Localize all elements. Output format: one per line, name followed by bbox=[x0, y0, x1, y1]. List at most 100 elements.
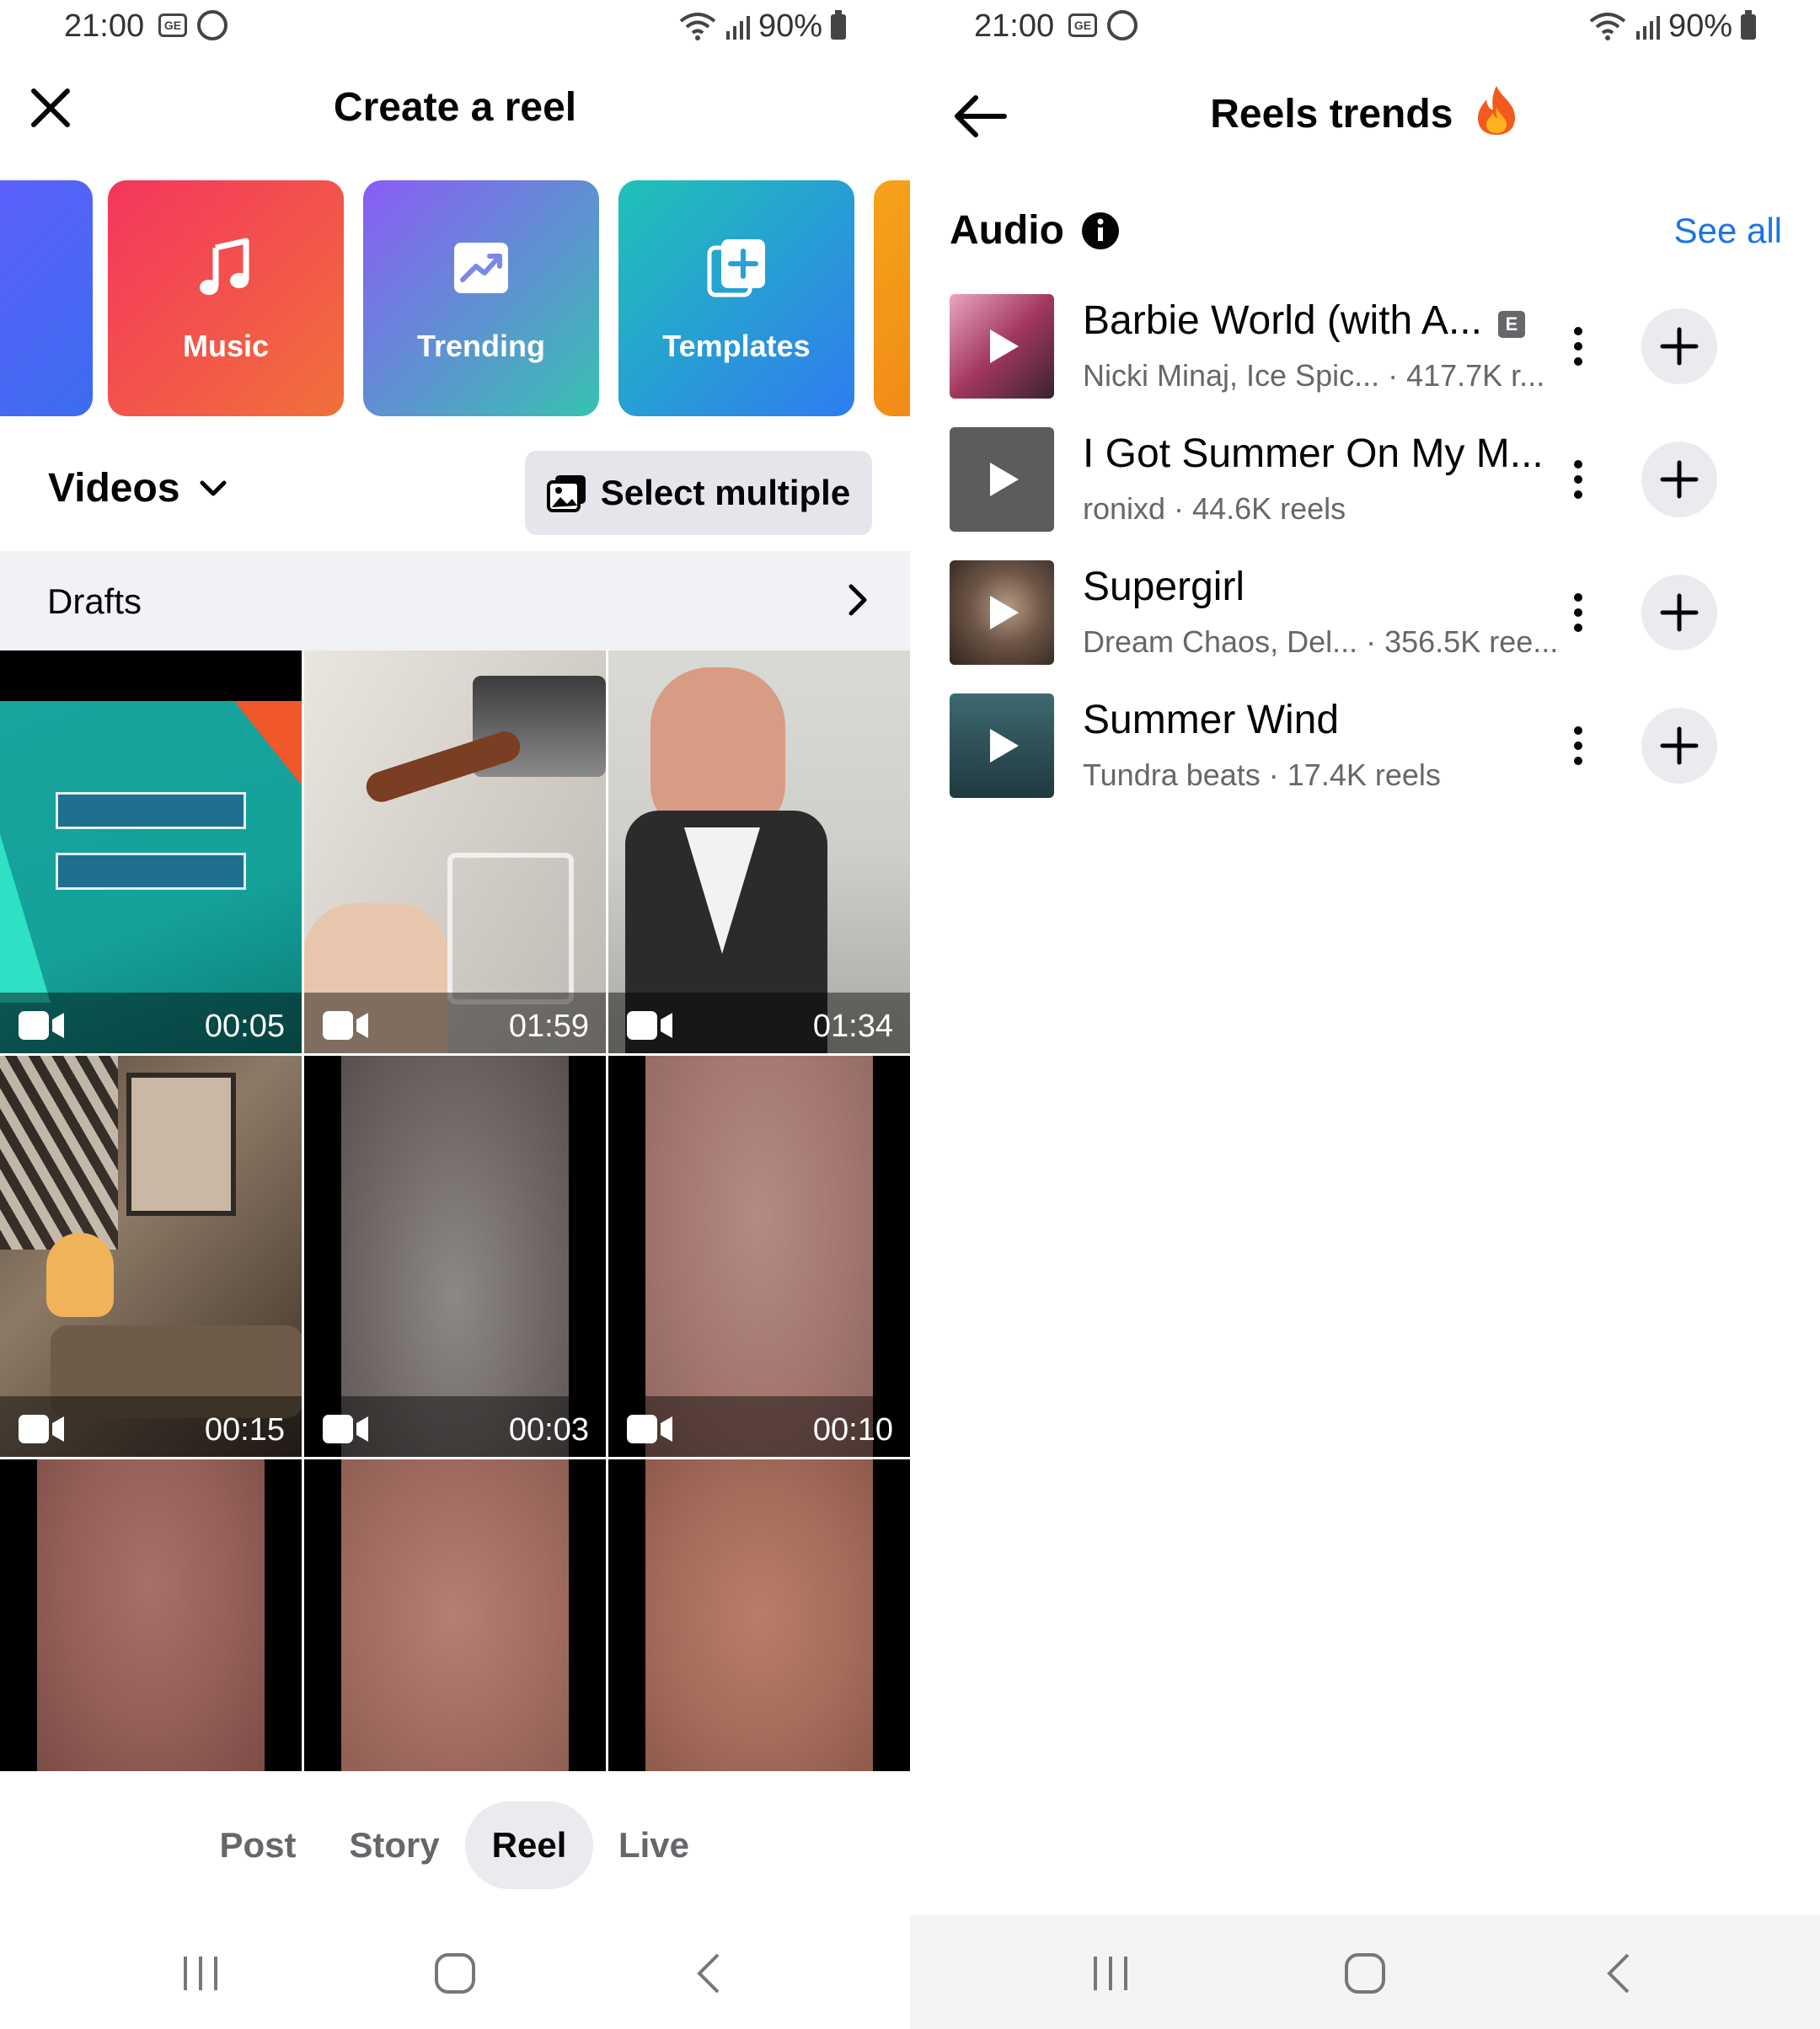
recent-apps-icon[interactable] bbox=[1085, 1948, 1136, 1999]
video-tile[interactable]: 00:10 bbox=[608, 1056, 910, 1457]
track-title: I Got Summer On My M... bbox=[1083, 431, 1544, 476]
status-time: 21:00 bbox=[974, 8, 1055, 44]
battery-icon bbox=[1741, 9, 1756, 40]
gallery-notification-icon: GE bbox=[1068, 13, 1097, 37]
tab-post[interactable]: Post bbox=[199, 1801, 317, 1889]
play-icon[interactable] bbox=[982, 459, 1022, 500]
info-icon[interactable] bbox=[1081, 211, 1120, 250]
play-icon[interactable] bbox=[982, 326, 1022, 367]
video-tile[interactable]: 00:05 bbox=[0, 650, 302, 1053]
video-duration: 00:05 bbox=[204, 1009, 285, 1044]
play-icon[interactable] bbox=[982, 592, 1022, 633]
battery-icon bbox=[831, 9, 846, 40]
video-camera-icon bbox=[627, 1011, 672, 1040]
signal-icon bbox=[1635, 15, 1660, 40]
tab-reel[interactable]: Reel bbox=[465, 1801, 593, 1889]
video-tile[interactable]: 00:15 bbox=[0, 1056, 302, 1457]
tab-live[interactable]: Live bbox=[603, 1801, 704, 1889]
app-notification-icon bbox=[197, 10, 228, 40]
audio-label: Audio bbox=[950, 208, 1064, 253]
templates-plus-icon bbox=[707, 239, 765, 297]
reels-trends-screen: 21:00 GE 90% Reels trends Audio See all … bbox=[910, 0, 1820, 2029]
video-tile[interactable]: 01:34 bbox=[608, 650, 910, 1053]
templates-card[interactable]: Templates bbox=[618, 180, 854, 416]
track-title: Summer Wind bbox=[1083, 698, 1340, 742]
music-card-label: Music bbox=[182, 329, 270, 363]
video-thumbnail bbox=[645, 1459, 873, 1771]
album-art bbox=[950, 693, 1054, 798]
chevron-down-icon bbox=[200, 480, 227, 495]
plus-icon bbox=[1660, 593, 1699, 632]
audio-section-header: Audio bbox=[950, 207, 1120, 254]
add-audio-button[interactable] bbox=[1641, 308, 1717, 384]
explicit-badge: E bbox=[1498, 311, 1525, 338]
video-tile[interactable] bbox=[304, 1459, 606, 1771]
status-bar: 21:00 GE 90% bbox=[0, 0, 910, 54]
reel-category-cards: ra Music Trending Te bbox=[0, 180, 910, 416]
more-card[interactable] bbox=[874, 180, 910, 416]
add-audio-button[interactable] bbox=[1641, 708, 1717, 784]
more-options-icon[interactable] bbox=[1561, 724, 1595, 768]
more-options-icon[interactable] bbox=[1561, 324, 1595, 368]
wifi-icon bbox=[679, 12, 716, 40]
track-subtitle: Tundra beats · 17.4K reels bbox=[1083, 758, 1441, 792]
home-icon[interactable] bbox=[1340, 1948, 1390, 1999]
track-title: Barbie World (with A... bbox=[1083, 298, 1482, 343]
add-audio-button[interactable] bbox=[1641, 575, 1717, 650]
video-duration: 01:34 bbox=[812, 1009, 893, 1044]
album-art bbox=[950, 427, 1054, 532]
track-subtitle: ronixd · 44.6K reels bbox=[1083, 491, 1346, 526]
tab-story[interactable]: Story bbox=[335, 1801, 453, 1889]
video-tile[interactable]: 01:59 bbox=[304, 650, 606, 1053]
recent-apps-icon[interactable] bbox=[175, 1948, 226, 1999]
add-audio-button[interactable] bbox=[1641, 442, 1717, 517]
home-icon[interactable] bbox=[430, 1948, 480, 1999]
video-duration: 00:15 bbox=[204, 1412, 285, 1448]
track-subtitle: Dream Chaos, Del... · 356.5K ree... bbox=[1083, 624, 1559, 659]
trending-card-label: Trending bbox=[417, 329, 545, 363]
video-tile[interactable] bbox=[0, 1459, 302, 1771]
video-tile[interactable] bbox=[608, 1459, 910, 1771]
see-all-link[interactable]: See all bbox=[1674, 211, 1782, 251]
music-note-icon bbox=[200, 238, 249, 295]
drafts-row[interactable]: Drafts bbox=[0, 551, 910, 650]
battery-percent: 90% bbox=[757, 8, 822, 44]
video-camera-icon bbox=[19, 1415, 64, 1443]
templates-card-label: Templates bbox=[662, 329, 811, 363]
album-art bbox=[950, 560, 1054, 665]
track-subtitle: Nicki Minaj, Ice Spic... · 417.7K r... bbox=[1083, 358, 1545, 393]
trending-card[interactable]: Trending bbox=[363, 180, 599, 416]
track-title: Supergirl bbox=[1083, 565, 1245, 609]
music-card[interactable]: Music bbox=[108, 180, 344, 416]
back-nav-icon[interactable] bbox=[684, 1948, 735, 1999]
app-notification-icon bbox=[1107, 10, 1138, 40]
create-reel-screen: 21:00 GE 90% Create a reel ra Music bbox=[0, 0, 910, 2029]
camera-card[interactable]: ra bbox=[0, 180, 93, 416]
trending-chart-icon bbox=[454, 243, 508, 293]
audio-track-row[interactable]: Summer Wind Tundra beats · 17.4K reels bbox=[950, 693, 1792, 798]
select-multiple-button[interactable]: Select multiple bbox=[525, 451, 872, 535]
play-icon[interactable] bbox=[982, 725, 1022, 766]
more-options-icon[interactable] bbox=[1561, 591, 1595, 634]
audio-track-row[interactable]: Supergirl Dream Chaos, Del... · 356.5K r… bbox=[950, 560, 1792, 665]
wifi-icon bbox=[1589, 12, 1626, 40]
select-multiple-label: Select multiple bbox=[600, 473, 851, 512]
video-tile[interactable]: 00:03 bbox=[304, 1056, 606, 1457]
system-nav-bar bbox=[910, 1914, 1820, 2029]
drafts-label: Drafts bbox=[47, 581, 142, 621]
audio-track-row[interactable]: I Got Summer On My M... ronixd · 44.6K r… bbox=[950, 427, 1792, 532]
gallery-notification-icon: GE bbox=[158, 13, 187, 37]
video-duration: 00:10 bbox=[812, 1412, 893, 1448]
video-camera-icon bbox=[19, 1011, 64, 1040]
video-thumbnail bbox=[37, 1459, 265, 1771]
more-options-icon[interactable] bbox=[1561, 458, 1595, 501]
video-camera-icon bbox=[627, 1415, 672, 1443]
back-nav-icon[interactable] bbox=[1594, 1948, 1645, 1999]
plus-icon bbox=[1660, 327, 1699, 366]
videos-dropdown-label: Videos bbox=[48, 466, 180, 511]
page-title: Reels trends bbox=[910, 86, 1820, 137]
videos-dropdown[interactable]: Videos bbox=[48, 465, 228, 511]
audio-track-row[interactable]: Barbie World (with A... E Nicki Minaj, I… bbox=[950, 294, 1792, 399]
signal-icon bbox=[725, 15, 750, 40]
video-camera-icon bbox=[323, 1011, 368, 1040]
